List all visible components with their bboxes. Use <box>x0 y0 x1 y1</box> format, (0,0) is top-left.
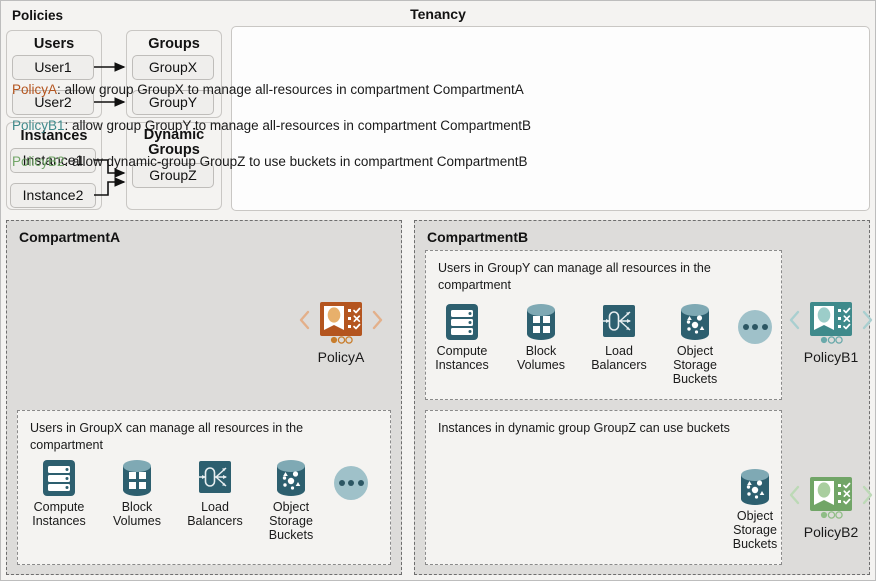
compute-instances-icon <box>39 458 79 498</box>
users-box-title: Users <box>33 36 75 52</box>
compartment-b-title: CompartmentB <box>427 229 529 245</box>
dot-2 <box>348 480 354 486</box>
dot-3 <box>357 480 364 486</box>
resource-label-lb-line1: Load <box>605 344 633 358</box>
policy-name-b1: PolicyB1 <box>12 118 65 133</box>
resource-label-compute-line2: Instances <box>435 358 489 372</box>
more-resources-icon-a[interactable] <box>334 466 368 500</box>
resource-label-compute-line1: Compute <box>33 500 85 514</box>
policy-text-a: : allow group GroupX to manage all-resou… <box>57 82 524 97</box>
policy-badge-a-label: PolicyA <box>317 349 365 365</box>
resource-label-compute-line2: Instances <box>32 514 86 528</box>
policy-card-icon <box>788 470 874 520</box>
policies-heading: Policies <box>12 8 64 23</box>
policy-card-icon <box>298 295 384 345</box>
policy-card-icon <box>788 295 874 345</box>
policy-badge-a[interactable]: PolicyA <box>298 295 384 365</box>
object-storage-buckets-icon <box>271 458 311 498</box>
resource-object-storage-a[interactable]: Object Storage Buckets <box>254 458 328 542</box>
groups-box-title: Groups <box>148 36 200 52</box>
policy-text-b2: : allow dynamic-group GroupZ to use buck… <box>64 154 528 169</box>
policy-badge-b1-label: PolicyB1 <box>803 349 859 365</box>
resource-object-storage-b1[interactable]: Object Storage Buckets <box>658 302 732 386</box>
resource-label-os2-line3: Buckets <box>732 537 778 551</box>
policy-badge-b2[interactable]: PolicyB2 <box>788 470 874 540</box>
diagram-root: Tenancy Users User1 User2 Groups GroupX … <box>0 0 876 581</box>
resource-object-storage-b2[interactable]: Object Storage Buckets <box>718 467 792 551</box>
policy-badge-b2-label: PolicyB2 <box>803 524 859 540</box>
compartment-a-statement-text: Users in GroupX can manage all resources… <box>30 421 304 452</box>
resource-label-os-line2: Storage <box>269 514 313 528</box>
object-storage-buckets-icon <box>735 467 775 507</box>
compartment-a-title: CompartmentA <box>19 229 121 245</box>
load-balancers-icon <box>195 458 235 498</box>
resource-label-os-line3: Buckets <box>672 372 718 386</box>
block-volumes-icon <box>521 302 561 342</box>
resource-label-os2-line1: Object <box>736 509 774 523</box>
resource-label-compute-line1: Compute <box>436 344 488 358</box>
resource-label-lb-line2: Balancers <box>187 514 243 528</box>
dot-3 <box>761 324 768 330</box>
policy-text-b1: : allow group GroupY to manage all-resou… <box>64 118 531 133</box>
resource-label-block-line1: Block <box>121 500 153 514</box>
resource-label-os-line1: Object <box>676 344 714 358</box>
more-resources-icon-b[interactable] <box>738 310 772 344</box>
resource-compute-instances-a[interactable]: Compute Instances <box>22 458 96 528</box>
dot-1 <box>338 480 345 486</box>
resource-label-block-line2: Volumes <box>113 514 161 528</box>
policy-badge-b1[interactable]: PolicyB1 <box>788 295 874 365</box>
compute-instances-icon <box>442 302 482 342</box>
policy-line-a: PolicyA: allow group GroupX to manage al… <box>12 82 524 97</box>
object-storage-buckets-icon <box>675 302 715 342</box>
resource-block-volumes-a[interactable]: Block Volumes <box>100 458 174 528</box>
resource-compute-instances-b[interactable]: Compute Instances <box>425 302 499 372</box>
policy-line-b1: PolicyB1: allow group GroupY to manage a… <box>12 118 531 133</box>
group-pill-groupx[interactable]: GroupX <box>132 55 214 80</box>
block-volumes-icon <box>117 458 157 498</box>
dot-2 <box>752 324 758 330</box>
load-balancers-icon <box>599 302 639 342</box>
policy-line-b2: PolicyB2: allow dynamic-group GroupZ to … <box>12 154 527 169</box>
compartment-b-statement2-text: Instances in dynamic group GroupZ can us… <box>438 421 730 435</box>
resource-label-block-line2: Volumes <box>517 358 565 372</box>
resource-load-balancers-a[interactable]: Load Balancers <box>178 458 252 528</box>
resource-label-block-line1: Block <box>525 344 557 358</box>
user-pill-user1[interactable]: User1 <box>12 55 94 80</box>
tenancy-title: Tenancy <box>410 6 466 22</box>
resource-label-os2-line2: Storage <box>733 523 777 537</box>
policy-name-a: PolicyA <box>12 82 58 97</box>
resource-label-lb-line2: Balancers <box>591 358 647 372</box>
resource-label-lb-line1: Load <box>201 500 229 514</box>
dot-1 <box>742 324 749 330</box>
instance-pill-instance2[interactable]: Instance2 <box>10 183 96 208</box>
resource-block-volumes-b[interactable]: Block Volumes <box>504 302 578 372</box>
resource-load-balancers-b[interactable]: Load Balancers <box>582 302 656 372</box>
resource-label-os-line3: Buckets <box>268 528 314 542</box>
resource-label-os-line1: Object <box>272 500 310 514</box>
compartment-b-statement1-text: Users in GroupY can manage all resources… <box>438 261 711 292</box>
resource-label-os-line2: Storage <box>673 358 717 372</box>
policy-name-b2: PolicyB2 <box>12 154 65 169</box>
